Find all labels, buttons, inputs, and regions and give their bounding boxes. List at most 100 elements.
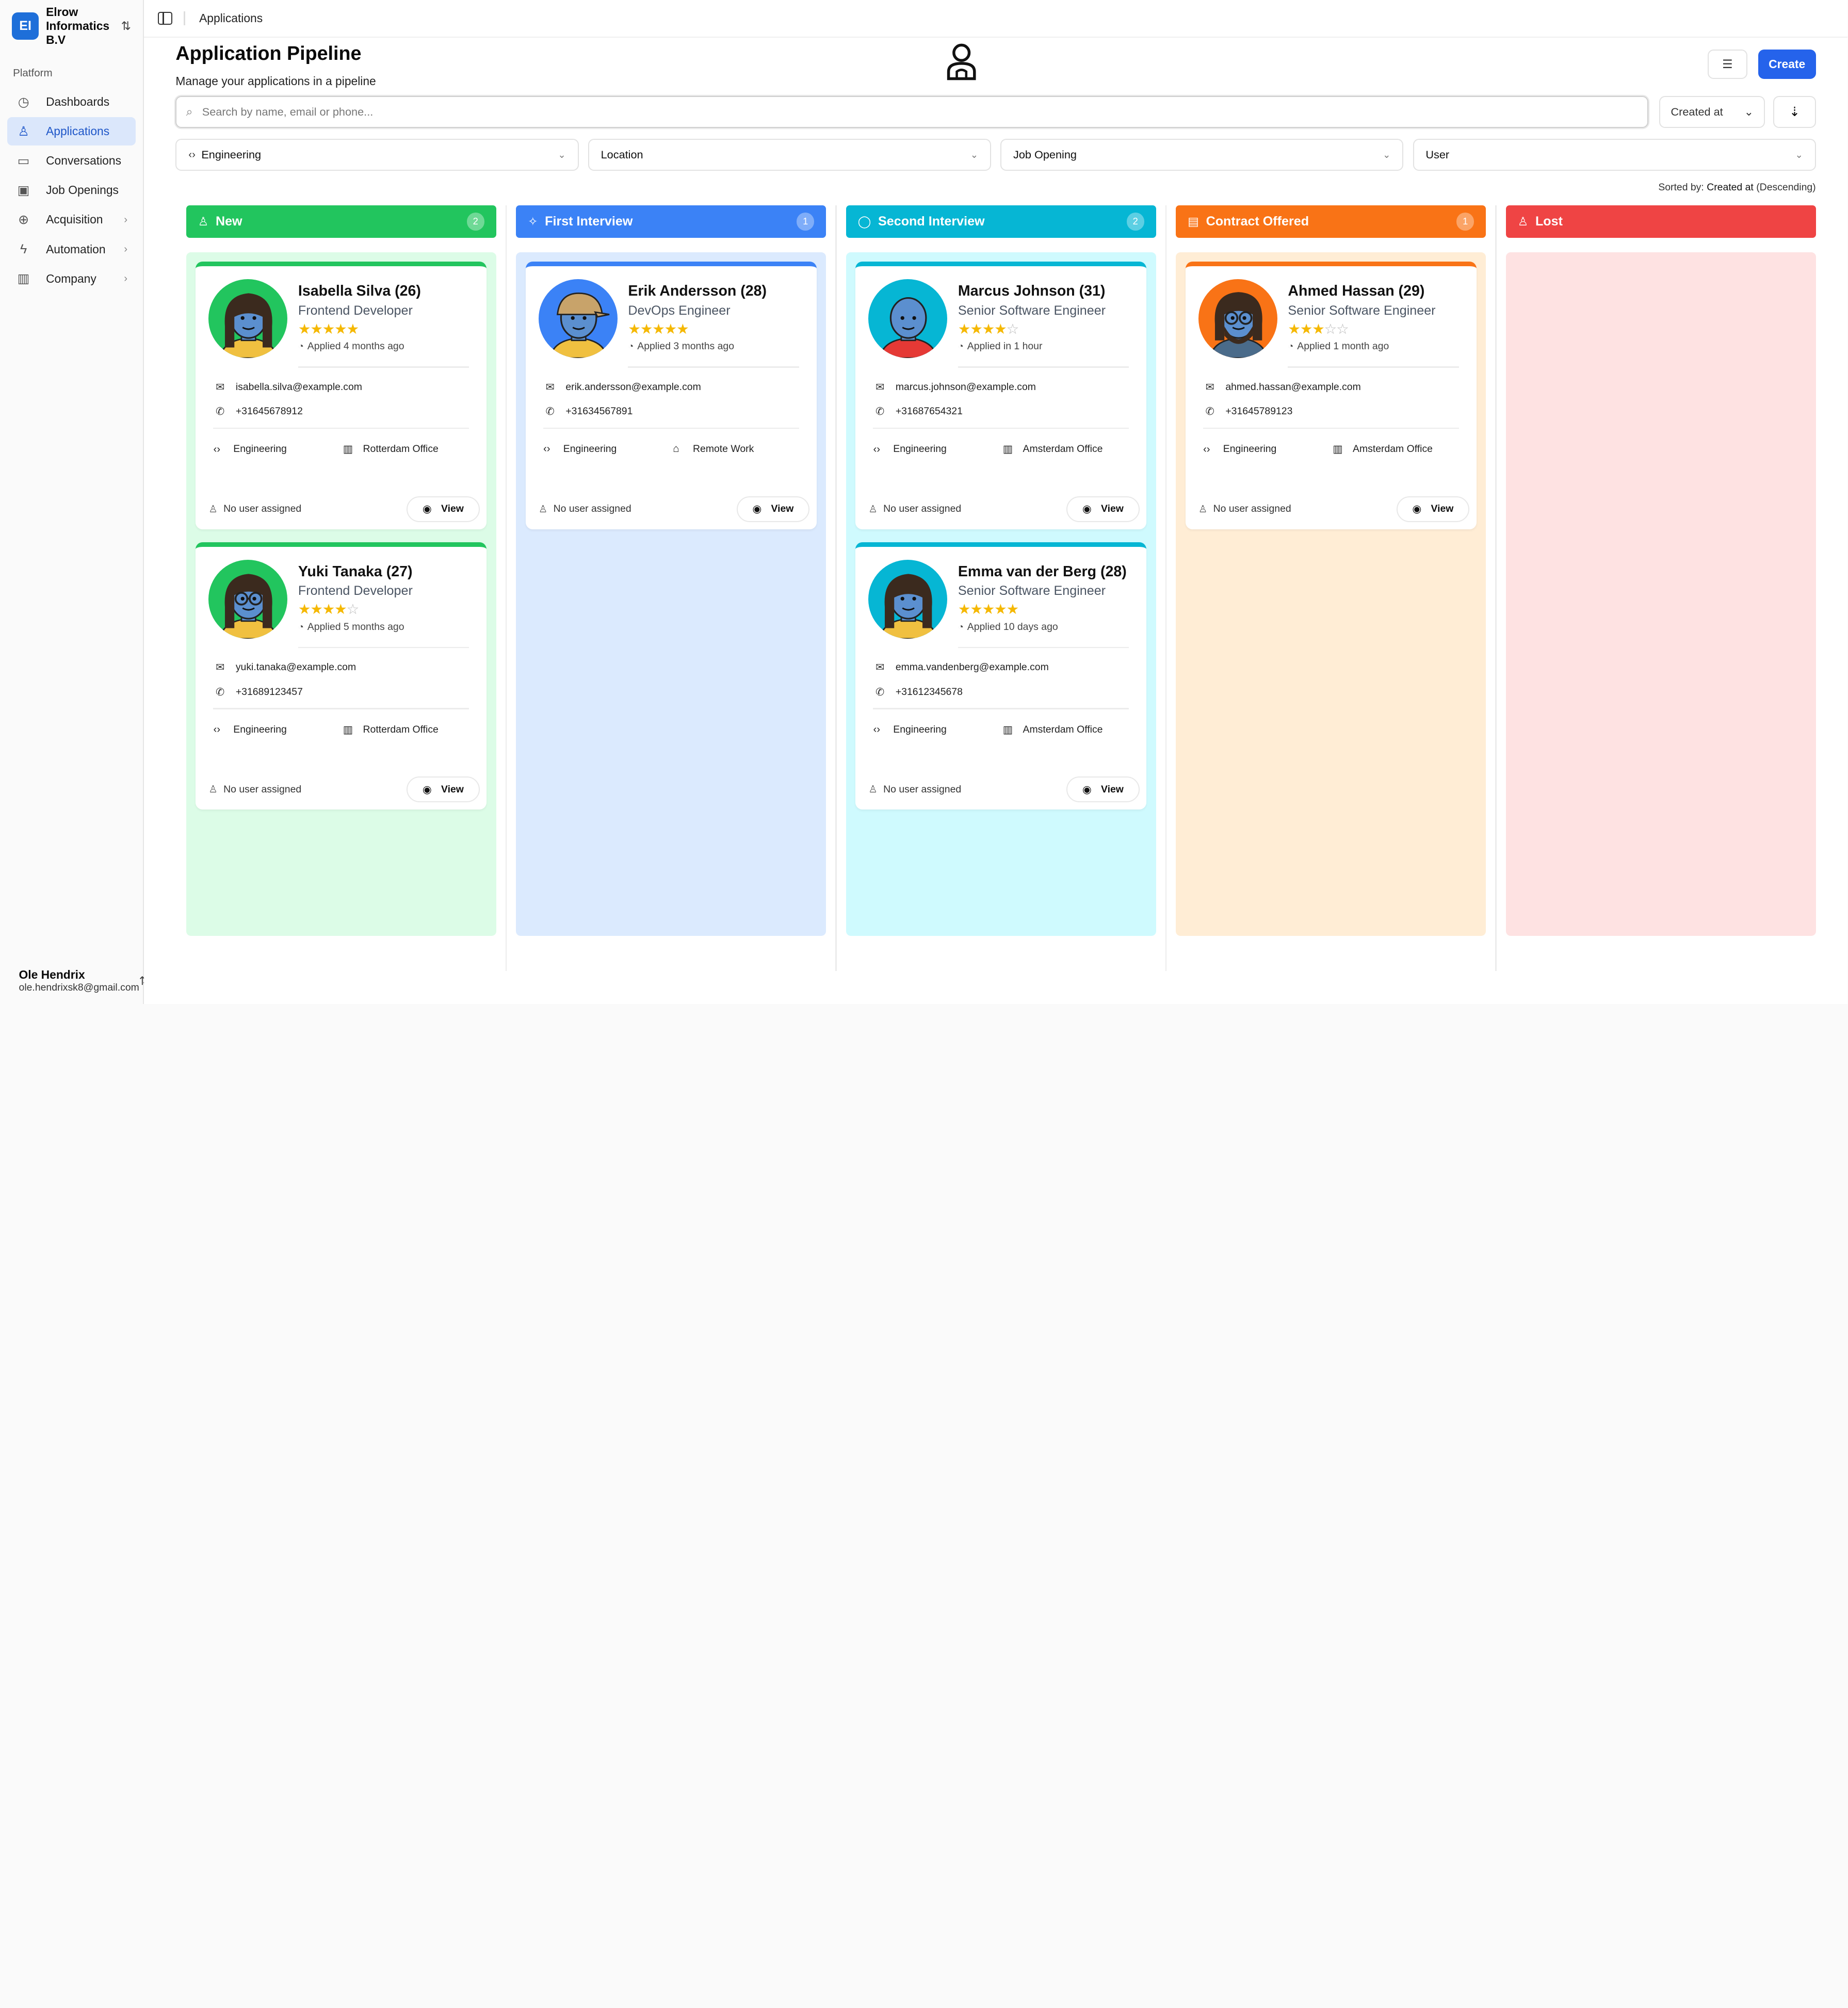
filter-location[interactable]: Location ⌄ [588, 139, 991, 171]
star-filled-icon: ★ [982, 601, 995, 618]
history-icon: ◔ [958, 341, 964, 352]
view-button[interactable]: ◉ View [407, 776, 480, 803]
applied-time: ◔ Applied 5 months ago [298, 621, 413, 633]
chevron-down-icon: ⌄ [970, 149, 979, 160]
user-icon: ♙ [538, 503, 548, 515]
assignee: ♙ No user assigned [868, 503, 961, 515]
sidebar-item-label: Dashboards [46, 95, 110, 109]
application-card[interactable]: Marcus Johnson (31) Senior Software Engin… [855, 262, 1147, 529]
pipeline-column-second-interview: ◯ Second Interview 2 Marcus Johnson (31) Se… [846, 205, 1167, 971]
application-card[interactable]: Ahmed Hassan (29) Senior Software Enginee… [1185, 262, 1477, 529]
breadcrumb[interactable]: Applications [199, 11, 263, 25]
star-filled-icon: ★ [970, 320, 983, 337]
star-empty-icon: ☆ [1336, 320, 1349, 337]
topbar-separator [184, 11, 185, 26]
star-filled-icon: ★ [958, 601, 971, 618]
candidate-email: ✉ emma.vandenberg@example.com [876, 661, 1132, 674]
switch-org-icon[interactable]: ⇅ [121, 19, 131, 33]
topbar: Applications [143, 0, 1848, 38]
org-switcher[interactable]: EI Elrow Informatics B.V ⇅ [0, 0, 143, 52]
column-body: Ahmed Hassan (29) Senior Software Enginee… [1176, 252, 1486, 936]
star-filled-icon: ★ [1300, 320, 1313, 337]
applied-text: Applied 1 month ago [1297, 341, 1389, 352]
search-icon: ⌕ [186, 105, 193, 119]
column-title: First Interview [545, 214, 633, 229]
card-divider [958, 366, 1129, 368]
sidebar-item-acquisition[interactable]: ⊕ Acquisition › [7, 206, 136, 234]
sidebar-item-label: Company [46, 271, 96, 285]
view-button[interactable]: ◉ View [1396, 496, 1470, 522]
star-filled-icon: ★ [322, 320, 335, 337]
star-empty-icon: ☆ [1006, 320, 1019, 337]
application-card[interactable]: Erik Andersson (28) DevOps Engineer ★★★★★ ◔… [525, 262, 817, 529]
avatar [1198, 279, 1277, 359]
create-button[interactable]: Create [1758, 49, 1816, 79]
filter-label: Engineering [201, 148, 262, 161]
application-card[interactable]: Isabella Silva (26) Frontend Developer ★★★… [196, 262, 487, 529]
column-title: Second Interview [878, 214, 985, 229]
pipeline-column-first-interview: ✧ First Interview 1 Erik Andersson (28) Dev… [516, 205, 837, 971]
star-filled-icon: ★ [640, 320, 653, 337]
rating-stars: ★★★★★ [628, 322, 767, 336]
candidate-role: Frontend Developer [298, 584, 413, 598]
application-card[interactable]: Emma van der Berg (28) Senior Software En… [855, 542, 1147, 810]
sidebar-item-dashboards[interactable]: ◷ Dashboards [7, 88, 136, 116]
card-footer: ♙ No user assigned ◉ View [868, 776, 1140, 803]
email-text: ahmed.hassan@example.com [1225, 381, 1361, 393]
phone-text: +31612345678 [895, 686, 963, 698]
gauge-icon: ◷ [18, 94, 29, 109]
card-header: Isabella Silva (26) Frontend Developer ★★★… [208, 279, 473, 359]
assignee-text: No user assigned [883, 503, 962, 515]
view-button[interactable]: ◉ View [1066, 776, 1140, 803]
card-footer: ♙ No user assigned ◉ View [868, 496, 1140, 522]
candidate-name: Yuki Tanaka (27) [298, 563, 413, 580]
filter-user[interactable]: User ⌄ [1413, 139, 1816, 171]
filter-engineering[interactable]: ‹› Engineering ⌄ [175, 139, 579, 171]
department: ‹› Engineering [873, 443, 1002, 456]
view-label: View [441, 783, 464, 795]
eye-icon: ◉ [1412, 503, 1422, 515]
sidebar-item-applications[interactable]: ♙ Applications [7, 117, 136, 146]
column-title: Lost [1535, 214, 1563, 229]
candidate-role: Senior Software Engineer [958, 584, 1106, 598]
org-name: Elrow Informatics B.V [46, 5, 110, 46]
applied-text: Applied 10 days ago [967, 621, 1058, 633]
candidate-email: ✉ ahmed.hassan@example.com [1206, 381, 1463, 394]
avatar [868, 279, 948, 359]
applied-time: ◔ Applied in 1 hour [958, 341, 1106, 352]
candidate-phone: ✆ +31634567891 [546, 405, 803, 418]
sort-desc-icon: ⇣ [1789, 104, 1801, 119]
view-label: View [441, 503, 464, 515]
application-card[interactable]: Yuki Tanaka (27) Frontend Developer ★★★★☆ ◔… [196, 542, 487, 810]
search-input[interactable] [202, 105, 1639, 119]
column-header: ♙ Lost [1505, 205, 1816, 238]
sort-direction-button[interactable]: ⇣ [1773, 96, 1816, 128]
card-divider [873, 708, 1129, 709]
user-menu[interactable]: Ole Hendrix ole.hendrixsk8@gmail.com ⇅ [12, 967, 149, 995]
sidebar-item-conversations[interactable]: ▭ Conversations [7, 147, 136, 175]
filter-job-opening[interactable]: Job Opening ⌄ [1000, 139, 1404, 171]
eye-icon: ◉ [422, 503, 432, 515]
assignee-text: No user assigned [223, 503, 302, 515]
sidebar-item-job-openings[interactable]: ▣ Job Openings [7, 176, 136, 204]
rating-stars: ★★★★☆ [298, 602, 413, 617]
sidebar-item-company[interactable]: ▥ Company › [7, 265, 136, 293]
star-filled-icon: ★ [346, 320, 360, 337]
chevron-right-icon: › [124, 243, 128, 255]
star-filled-icon: ★ [970, 601, 983, 618]
department-text: Engineering [893, 443, 947, 455]
list-view-button[interactable]: ☰ [1707, 49, 1748, 79]
sort-field-select[interactable]: Created at ⌄ [1659, 96, 1765, 128]
audio-icon: ✧ [528, 214, 538, 228]
department-text: Engineering [233, 443, 287, 455]
sidebar-toggle-icon[interactable] [158, 11, 172, 25]
view-button[interactable]: ◉ View [407, 496, 480, 522]
department-text: Engineering [1223, 443, 1277, 455]
card-header: Emma van der Berg (28) Senior Software En… [868, 559, 1132, 639]
view-button[interactable]: ◉ View [736, 496, 810, 522]
location-text: Amsterdam Office [1023, 723, 1103, 735]
sidebar-item-label: Applications [46, 124, 110, 138]
view-button[interactable]: ◉ View [1066, 496, 1140, 522]
sidebar-item-automation[interactable]: ϟ Automation › [7, 235, 136, 264]
mail-icon: ✉ [1205, 381, 1214, 393]
